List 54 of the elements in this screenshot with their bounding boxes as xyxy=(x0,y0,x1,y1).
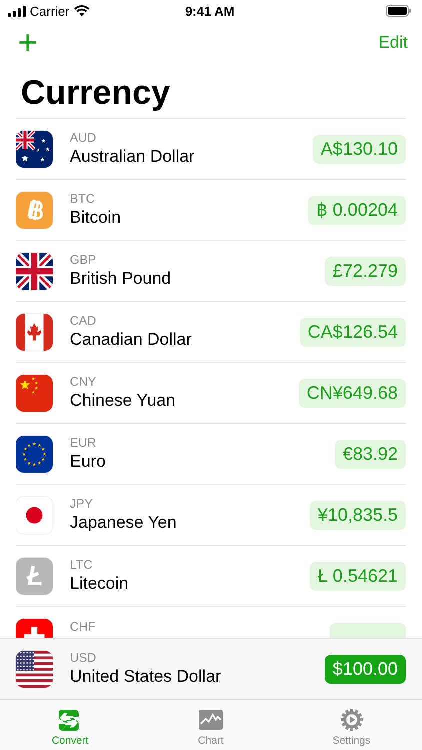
currency-code: BTC xyxy=(70,191,95,207)
uk-flag-icon xyxy=(16,252,53,290)
currency-code: GBP xyxy=(70,252,96,268)
amount-badge: ฿ 0.00204 xyxy=(308,196,406,224)
page-title: Currency xyxy=(21,73,172,114)
currency-code: EUR xyxy=(70,435,96,451)
currency-row[interactable]: BTC Bitcoin ฿ 0.00204 xyxy=(16,180,406,241)
carrier-name: Carrier xyxy=(30,4,70,18)
amount-badge: CA$126.54 xyxy=(300,318,406,346)
currency-row[interactable]: GBP British Pound £72.279 xyxy=(16,241,406,302)
currency-code: CHF xyxy=(70,619,96,635)
amount-badge: £72.279 xyxy=(324,256,406,286)
currency-name: United States Dollar xyxy=(70,666,222,688)
currency-code: CAD xyxy=(70,313,96,329)
currency-code: CNY xyxy=(70,374,96,390)
currency-row[interactable]: AUD Australian Dollar A$130.10 xyxy=(16,119,406,180)
amount-badge: €83.92 xyxy=(334,440,406,468)
currency-code: USD xyxy=(70,650,96,666)
australia-flag-icon xyxy=(16,130,53,168)
chart-icon xyxy=(198,708,224,732)
amount-badge: Ł 0.54621 xyxy=(310,562,406,590)
usa-flag-icon xyxy=(16,650,53,688)
currency-row[interactable]: LTC Litecoin Ł 0.54621 xyxy=(16,546,406,607)
japan-flag-icon xyxy=(16,496,53,534)
currency-name: Japanese Yen xyxy=(70,512,177,534)
currency-name: Chinese Yuan xyxy=(70,390,176,412)
bitcoin-icon xyxy=(16,192,53,228)
amount-badge: ¥10,835.5 xyxy=(310,500,406,530)
currency-name: Canadian Dollar xyxy=(70,329,192,351)
currency-code: AUD xyxy=(70,130,96,146)
currency-row[interactable]: EUR Euro €83.92 xyxy=(16,424,406,485)
currency-row[interactable]: JPY Japanese Yen ¥10,835.5 xyxy=(16,485,406,546)
status-time: 9:41 AM xyxy=(185,4,235,18)
amount-badge: A$130.10 xyxy=(312,134,406,164)
wifi-icon xyxy=(74,5,90,17)
currency-name: Australian Dollar xyxy=(70,146,195,168)
currency-row[interactable]: CAD Canadian Dollar CA$126.54 xyxy=(16,302,406,363)
currency-code: JPY xyxy=(70,496,93,512)
canada-flag-icon xyxy=(16,314,53,350)
battery-icon xyxy=(386,5,412,17)
amount-badge: $100.00 xyxy=(324,654,406,684)
currency-name: Bitcoin xyxy=(70,207,122,229)
currency-name: Litecoin xyxy=(70,573,129,595)
amount-badge: CN¥649.68 xyxy=(298,378,406,408)
currency-row[interactable]: CNY Chinese Yuan CN¥649.68 xyxy=(16,363,406,424)
currency-name: Euro xyxy=(70,451,106,473)
litecoin-icon xyxy=(16,558,53,594)
currency-name: British Pound xyxy=(70,268,172,290)
china-flag-icon xyxy=(16,374,53,412)
base-currency-bar[interactable]: USD United States Dollar $100.00 xyxy=(0,638,422,700)
signal-icon xyxy=(8,6,26,16)
currency-code: LTC xyxy=(70,557,93,573)
eu-flag-icon xyxy=(16,436,53,472)
settings-icon xyxy=(338,708,365,732)
